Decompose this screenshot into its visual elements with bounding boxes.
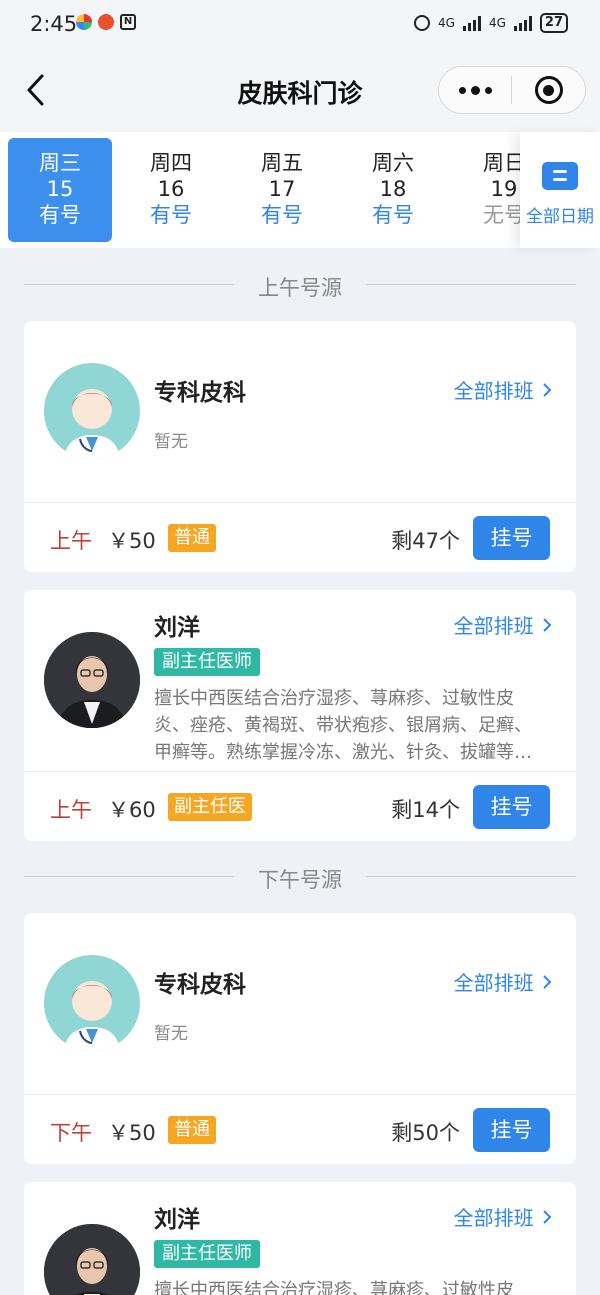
doctor-description: 暂无 [154, 1024, 188, 1044]
date-day: 17 [268, 177, 296, 201]
default-doctor-avatar [44, 955, 140, 1051]
date-day: 18 [379, 177, 407, 201]
register-button[interactable]: 挂号 [473, 516, 550, 560]
weibo-icon [98, 14, 114, 30]
more-icon [458, 86, 466, 94]
all-schedule-label: 全部排班 [453, 614, 534, 638]
date-tab-sat[interactable]: 周六 18 有号 [341, 138, 445, 242]
doctor-specialty: 擅长中西医结合治疗湿疹、荨麻疹、过敏性皮 [154, 1280, 514, 1295]
date-weekday: 周五 [261, 151, 303, 175]
fee-type-badge: 副主任医 [168, 793, 252, 821]
date-weekday: 周三 [39, 151, 81, 175]
status-bar: 2:45 N 4G 4G 27 [0, 0, 600, 48]
chevron-right-icon [543, 383, 552, 397]
register-button[interactable]: 挂号 [473, 785, 550, 829]
period-label: 上午 [50, 798, 92, 822]
nfc-icon: N [120, 14, 136, 30]
date-selector: 周三 15 有号 周四 16 有号 周五 17 有号 周六 18 有号 周日 1… [0, 132, 600, 248]
doctor-photo [44, 1224, 140, 1295]
network-label-1: 4G [438, 16, 455, 30]
app-icon [76, 14, 92, 30]
date-status: 有号 [39, 203, 81, 227]
battery-level: 27 [539, 13, 568, 33]
doctor-name: 刘洋 [154, 1207, 200, 1233]
price: ￥50 [108, 529, 156, 553]
all-schedule-link[interactable]: 全部排班 [454, 1202, 552, 1231]
doctor-specialty: 擅长中西医结合治疗湿疹、荨麻疹、过敏性皮炎、痤疮、黄褐斑、带状疱疹、银屑病、足癣… [154, 688, 532, 763]
status-time: 2:45 [30, 12, 78, 36]
schedule-card[interactable]: 专科皮科 全部排班 暂无 上午 ￥50 普通 剩47个 挂号 [24, 321, 576, 572]
chevron-right-icon [543, 975, 552, 989]
date-weekday: 周六 [372, 151, 414, 175]
status-right: 4G 4G 27 [414, 13, 568, 33]
register-button[interactable]: 挂号 [473, 1108, 550, 1152]
schedule-card[interactable]: 刘洋 全部排班 副主任医师 擅长中西医结合治疗湿疹、荨麻疹、过敏性皮 [24, 1182, 576, 1295]
default-doctor-avatar [44, 363, 140, 459]
chevron-right-icon [543, 1210, 552, 1224]
doctor-name: 专科皮科 [154, 972, 246, 998]
signal-icon [462, 15, 481, 31]
more-button[interactable] [439, 67, 511, 113]
fee-type-badge: 普通 [168, 1116, 216, 1144]
date-tab-thu[interactable]: 周四 16 有号 [119, 138, 223, 242]
date-tab-fri[interactable]: 周五 17 有号 [230, 138, 334, 242]
nav-bar: 皮肤科门诊 [0, 48, 600, 132]
all-dates-label: 全部日期 [526, 207, 594, 227]
doctor-name: 专科皮科 [154, 380, 246, 406]
all-schedule-label: 全部排班 [453, 1206, 534, 1230]
date-status: 有号 [372, 203, 414, 227]
all-schedule-label: 全部排班 [453, 379, 534, 403]
alarm-icon [414, 15, 431, 31]
section-divider-morning: 上午号源 [24, 270, 576, 300]
schedule-card[interactable]: 专科皮科 全部排班 暂无 下午 ￥50 普通 剩50个 挂号 [24, 913, 576, 1164]
date-day: 15 [46, 177, 74, 201]
section-title: 下午号源 [258, 868, 342, 892]
doctor-title-badge: 副主任医师 [154, 1240, 260, 1268]
schedule-card[interactable]: 刘洋 全部排班 副主任医师 擅长中西医结合治疗湿疹、荨麻疹、过敏性皮炎、痤疮、黄… [24, 590, 576, 841]
close-ring-icon [534, 76, 563, 104]
remaining-count: 剩47个 [391, 529, 460, 553]
status-app-icons: N [76, 14, 136, 30]
price: ￥60 [108, 798, 156, 822]
section-title: 上午号源 [258, 276, 342, 300]
card-footer: 上午 ￥60 副主任医 剩14个 挂号 [24, 771, 576, 841]
calendar-icon [542, 162, 578, 190]
fee-type-badge: 普通 [168, 524, 216, 552]
period-label: 上午 [50, 529, 92, 553]
card-footer: 下午 ￥50 普通 剩50个 挂号 [24, 1094, 576, 1164]
network-label-2: 4G [488, 16, 506, 30]
all-schedule-label: 全部排班 [453, 971, 534, 995]
price: ￥50 [108, 1121, 156, 1145]
all-schedule-link[interactable]: 全部排班 [454, 967, 552, 996]
date-tab-wed[interactable]: 周三 15 有号 [8, 138, 112, 242]
section-divider-afternoon: 下午号源 [24, 862, 576, 892]
all-schedule-link[interactable]: 全部排班 [454, 375, 552, 404]
date-status: 有号 [261, 203, 303, 227]
doctor-title-badge: 副主任医师 [154, 648, 260, 676]
all-schedule-link[interactable]: 全部排班 [454, 610, 552, 639]
date-day: 16 [157, 177, 185, 201]
more-icon [470, 85, 480, 95]
remaining-count: 剩14个 [391, 798, 460, 822]
mini-program-capsule [438, 66, 586, 114]
signal-icon [513, 15, 532, 31]
doctor-photo [44, 632, 140, 728]
period-label: 下午 [50, 1121, 92, 1145]
chevron-right-icon [543, 618, 552, 632]
close-button[interactable] [512, 76, 585, 104]
card-footer: 上午 ￥50 普通 剩47个 挂号 [24, 502, 576, 572]
more-icon [484, 86, 492, 94]
doctor-name: 刘洋 [154, 615, 200, 641]
remaining-count: 剩50个 [391, 1121, 460, 1145]
all-dates-button[interactable]: 全部日期 [520, 132, 600, 248]
doctor-description: 暂无 [154, 432, 188, 452]
date-weekday: 周四 [150, 151, 192, 175]
date-status: 有号 [150, 203, 192, 227]
